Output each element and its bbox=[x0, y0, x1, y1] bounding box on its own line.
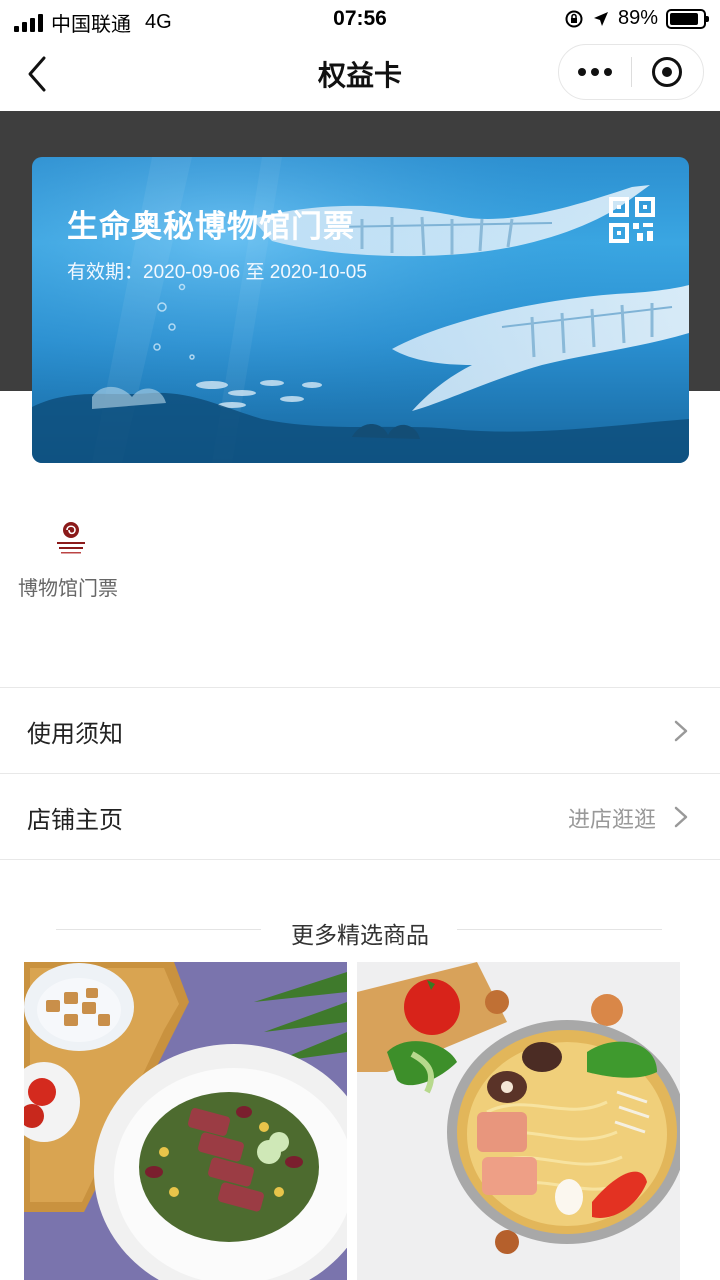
nav-bar: 权益卡 bbox=[0, 40, 720, 111]
miniprogram-capsule bbox=[558, 44, 704, 100]
more-dot-icon bbox=[577, 68, 586, 76]
more-dot-icon bbox=[603, 68, 612, 76]
museum-logo bbox=[57, 522, 85, 554]
info-list: 使用须知 店铺主页 进店逛逛 bbox=[0, 687, 720, 860]
divider-line bbox=[457, 929, 662, 930]
target-icon bbox=[652, 57, 683, 87]
product-card[interactable] bbox=[357, 962, 680, 1280]
product-card[interactable] bbox=[24, 962, 347, 1280]
store-home-row[interactable]: 店铺主页 进店逛逛 bbox=[0, 774, 720, 860]
chevron-right-icon bbox=[674, 806, 688, 828]
usage-notice-row[interactable]: 使用须知 bbox=[0, 688, 720, 774]
close-miniprogram-button[interactable] bbox=[632, 44, 704, 100]
battery-percent: 89% bbox=[617, 7, 658, 29]
location-arrow-icon bbox=[593, 11, 608, 26]
chevron-right-icon bbox=[674, 720, 688, 742]
more-dot-icon bbox=[590, 68, 599, 76]
more-products-header: 更多精选商品 bbox=[0, 906, 720, 952]
status-right: 89% bbox=[564, 7, 709, 30]
status-bar: 中国联通 4G 07:56 89% bbox=[0, 0, 720, 40]
rotation-lock-icon bbox=[565, 10, 583, 27]
qr-code-icon[interactable] bbox=[609, 197, 655, 243]
salad-photo bbox=[24, 962, 347, 1280]
battery-fill bbox=[670, 12, 699, 25]
card-validity: 有效期：2020-09-06 至 2020-10-05 bbox=[67, 262, 367, 283]
more-products-title: 更多精选商品 bbox=[291, 922, 429, 948]
battery-icon bbox=[666, 8, 709, 29]
usage-notice-label: 使用须知 bbox=[27, 721, 123, 748]
store-home-label: 店铺主页 bbox=[27, 807, 123, 834]
noodle-pot-photo bbox=[357, 962, 680, 1280]
benefit-label: 博物馆门票 bbox=[18, 578, 118, 600]
benefit-card[interactable]: 生命奥秘博物馆门票 有效期：2020-09-06 至 2020-10-05 bbox=[32, 157, 689, 463]
visit-store-link[interactable]: 进店逛逛 bbox=[568, 802, 656, 834]
more-options-button[interactable] bbox=[559, 44, 631, 100]
card-title: 生命奥秘博物馆门票 bbox=[67, 209, 355, 244]
